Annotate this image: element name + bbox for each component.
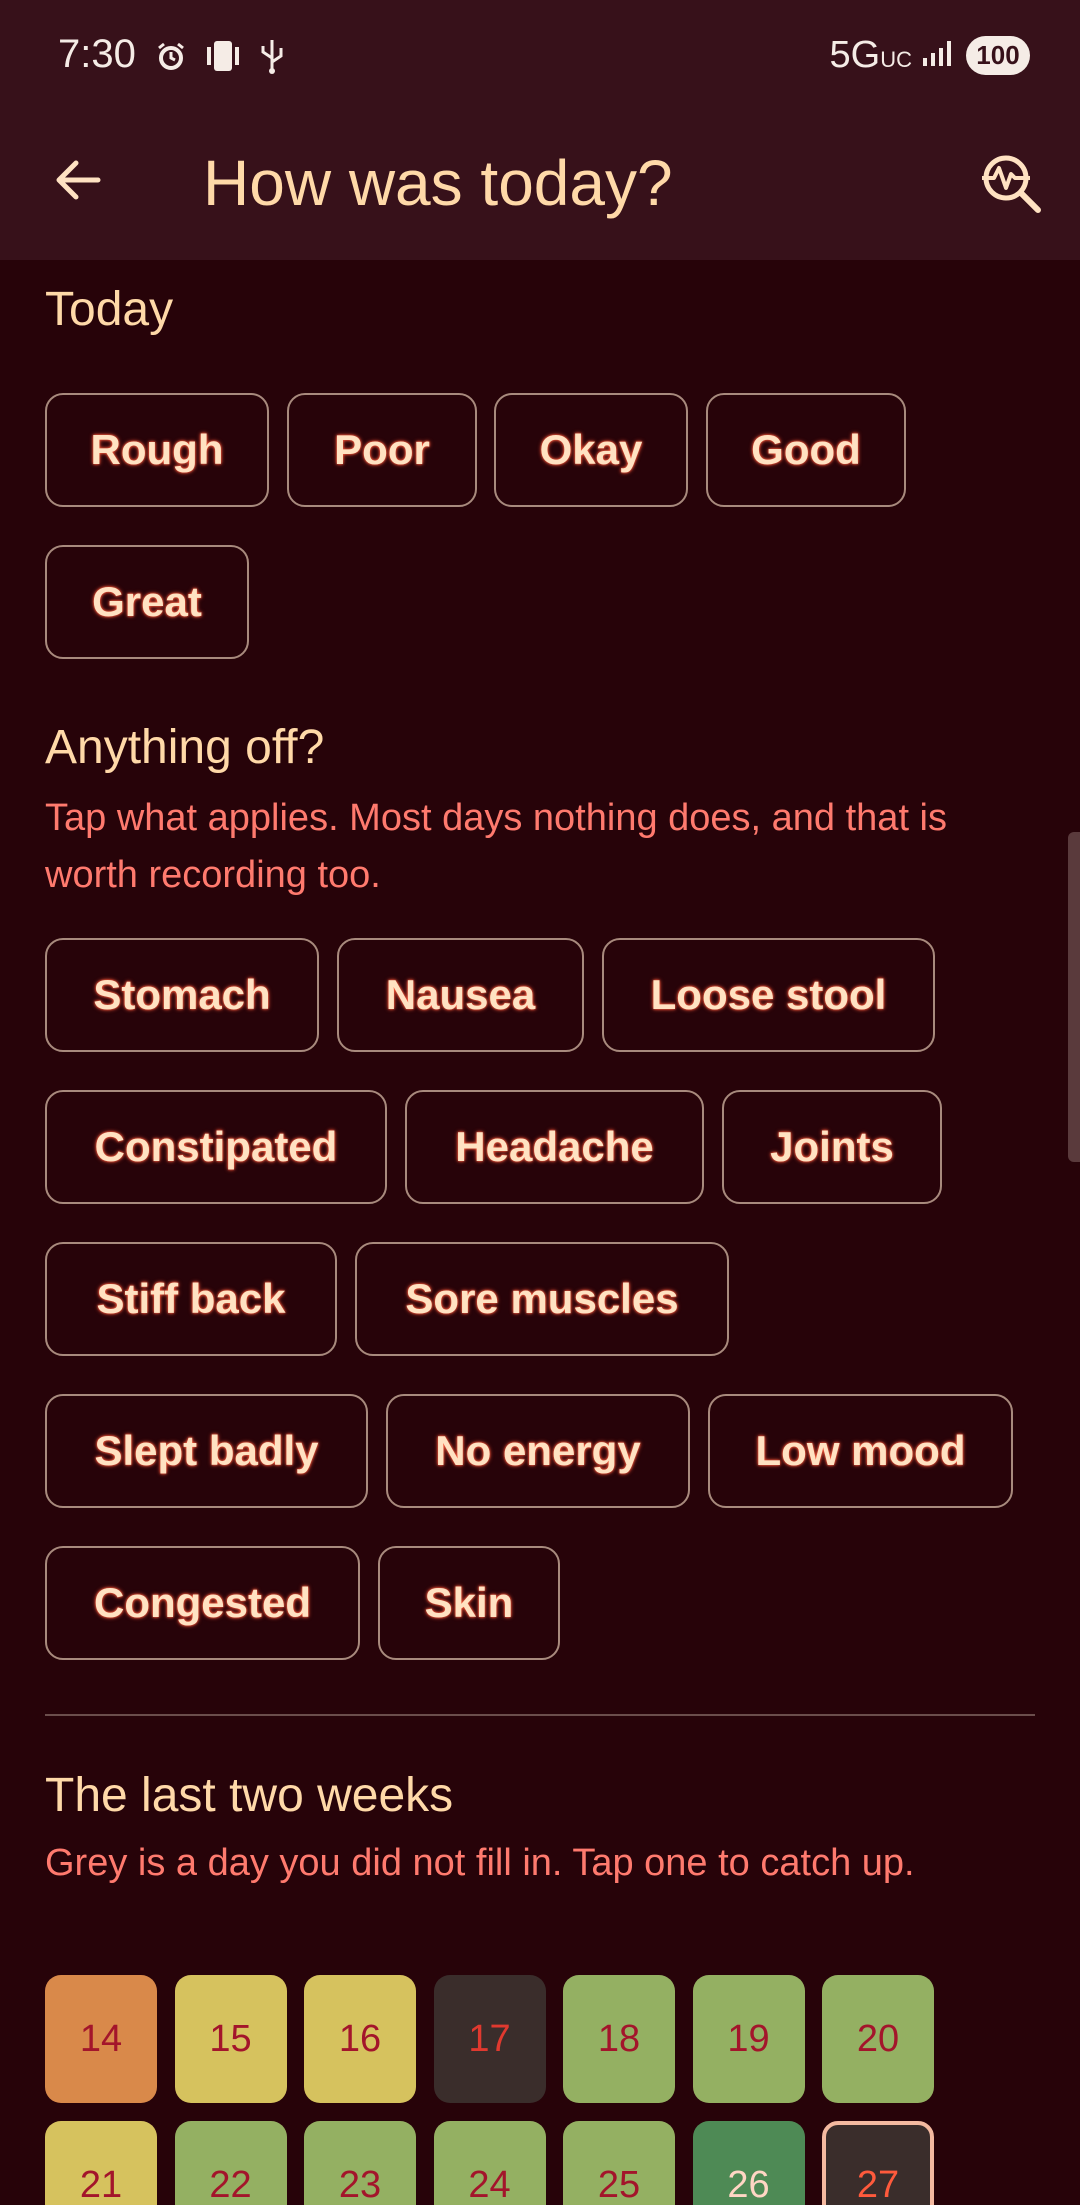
symptom-stiff-back-chip[interactable]: Stiff back <box>45 1242 337 1356</box>
arrow-left-icon <box>56 160 101 200</box>
day-cell-27[interactable]: 27 <box>822 2121 934 2205</box>
usb-icon <box>259 38 285 79</box>
scrollbar[interactable] <box>1068 832 1080 1162</box>
symptoms-subtitle: Tap what applies. Most days nothing does… <box>45 797 947 896</box>
top-bar: 7:30 5GUC 100 How was today? <box>0 0 1080 260</box>
symptom-constipated-chip[interactable]: Constipated <box>45 1090 387 1204</box>
symptoms-heading: Anything off? <box>45 721 325 774</box>
day-cell-25[interactable]: 25 <box>563 2121 675 2205</box>
symptom-stomach-chip[interactable]: Stomach <box>45 938 319 1052</box>
symptom-no-energy-chip[interactable]: No energy <box>386 1394 690 1508</box>
day-cell-15[interactable]: 15 <box>174 1975 287 2103</box>
history-subtitle: Grey is a day you did not fill in. Tap o… <box>45 1842 915 1884</box>
symptom-slept-badly-chip[interactable]: Slept badly <box>45 1394 368 1508</box>
day-cell-24[interactable]: 24 <box>433 2121 546 2205</box>
battery-indicator: 100 <box>966 36 1030 75</box>
history-heading: The last two weeks <box>45 1769 454 1822</box>
day-cell-20[interactable]: 20 <box>822 1975 934 2103</box>
mood-great-chip[interactable]: Great <box>45 545 249 659</box>
today-heading: Today <box>45 283 174 336</box>
symptom-nausea-chip[interactable]: Nausea <box>337 938 584 1052</box>
mood-good-chip[interactable]: Good <box>706 393 906 507</box>
back-button[interactable] <box>48 150 108 210</box>
day-cell-14[interactable]: 14 <box>45 1975 157 2103</box>
day-cell-19[interactable]: 19 <box>692 1975 805 2103</box>
mood-rough-chip[interactable]: Rough <box>45 393 269 507</box>
symptom-loose-stool-chip[interactable]: Loose stool <box>602 938 935 1052</box>
day-cell-23[interactable]: 23 <box>304 2121 416 2205</box>
vibrate-icon <box>205 39 241 78</box>
day-cell-21[interactable]: 21 <box>45 2121 157 2205</box>
symptom-headache-chip[interactable]: Headache <box>405 1090 704 1204</box>
section-divider <box>45 1714 1035 1716</box>
symptom-congested-chip[interactable]: Congested <box>45 1546 360 1660</box>
insights-button[interactable] <box>978 150 1044 216</box>
day-cell-22[interactable]: 22 <box>174 2121 287 2205</box>
mood-poor-chip[interactable]: Poor <box>287 393 477 507</box>
day-cell-16[interactable]: 16 <box>304 1975 416 2103</box>
day-cell-17[interactable]: 17 <box>433 1975 546 2103</box>
day-cell-18[interactable]: 18 <box>563 1975 675 2103</box>
mood-okay-chip[interactable]: Okay <box>494 393 688 507</box>
network-indicator: 5GUC <box>829 34 912 76</box>
symptom-low-mood-chip[interactable]: Low mood <box>708 1394 1013 1508</box>
alarm-icon <box>155 40 187 77</box>
day-cell-26[interactable]: 26 <box>692 2121 805 2205</box>
page-title: How was today? <box>203 147 673 219</box>
app-bar: How was today? <box>0 110 1080 260</box>
pulse-search-icon <box>982 155 1041 213</box>
symptom-skin-chip[interactable]: Skin <box>378 1546 560 1660</box>
status-bar: 7:30 5GUC 100 <box>0 0 1080 110</box>
symptom-sore-muscles-chip[interactable]: Sore muscles <box>355 1242 729 1356</box>
signal-icon <box>922 38 956 73</box>
status-time: 7:30 <box>58 32 136 76</box>
symptom-joints-chip[interactable]: Joints <box>722 1090 942 1204</box>
